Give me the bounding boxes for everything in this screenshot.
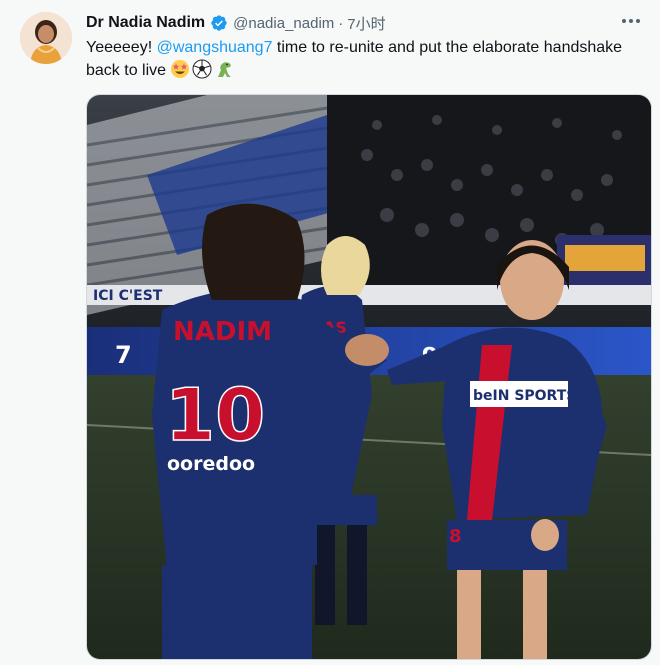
tweet-text: Yeeeeey! @wangshuang7 time to re-unite a… (86, 36, 646, 82)
verified-badge-icon (211, 15, 227, 31)
timestamp[interactable]: 7小时 (347, 13, 385, 34)
board-left-text: ICI C'EST (93, 288, 163, 304)
avatar[interactable] (20, 12, 72, 64)
tweet-card[interactable]: Dr Nadia Nadim @nadia_nadim · 7小时 Yeeeee… (0, 0, 660, 665)
avatar-image (20, 12, 72, 64)
board-left-number: 7 (115, 341, 132, 369)
separator-dot: · (338, 14, 344, 32)
tweet-text-start: Yeeeeey! (86, 39, 157, 56)
photo-psg-players: ICI C'EST 7 oo AS (87, 95, 651, 659)
more-options-icon (622, 19, 640, 23)
author-name[interactable]: Dr Nadia Nadim (86, 14, 205, 32)
more-options-button[interactable] (616, 8, 646, 34)
jersey-number-text: 10 (165, 373, 265, 457)
mention-link[interactable]: @wangshuang7 (157, 39, 273, 56)
author-handle[interactable]: @nadia_nadim (233, 15, 334, 32)
star-struck-emoji (171, 60, 190, 78)
t-rex-emoji (218, 62, 232, 77)
sponsor-right-text: beIN SPORTS (473, 388, 576, 404)
second-number-text: 8 (449, 526, 462, 547)
tweet-header: Dr Nadia Nadim @nadia_nadim · 7小时 (86, 12, 630, 34)
tweet-photo[interactable]: ICI C'EST 7 oo AS (86, 94, 652, 660)
jersey-sponsor-text: ooredoo (167, 453, 255, 475)
jersey-name-text: NADIM (173, 317, 272, 347)
soccer-ball-emoji (192, 59, 212, 79)
